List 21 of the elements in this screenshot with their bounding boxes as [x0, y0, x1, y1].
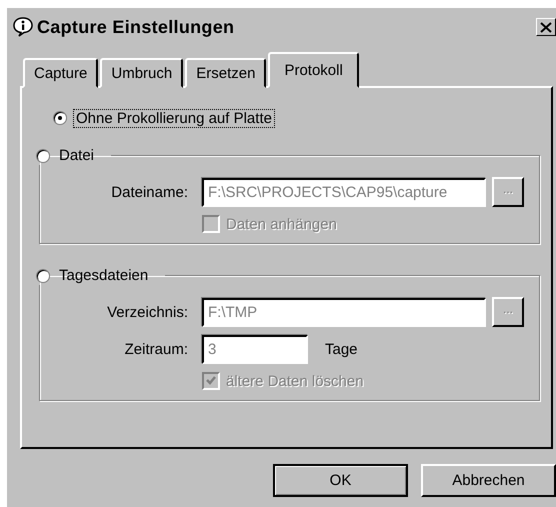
field-label: Zeitraum: [124, 341, 188, 358]
unit-label: Tage [325, 341, 358, 358]
info-icon [12, 16, 34, 38]
check-icon [205, 375, 217, 387]
tab[interactable]: Ersetzen [185, 58, 266, 88]
radio-label[interactable]: Datei [56, 146, 98, 165]
window-title: Capture Einstellungen [37, 16, 236, 38]
radio-button[interactable] [36, 148, 50, 162]
field-label: Verzeichnis: [106, 304, 188, 320]
dialog-button[interactable]: OK [273, 464, 408, 497]
close-button[interactable] [536, 18, 556, 36]
tab[interactable]: Capture [23, 58, 98, 88]
radio-label[interactable]: Ohne Prokollierung auf Platte [73, 108, 275, 128]
field-label: Dateiname: [110, 184, 188, 200]
radio-button[interactable] [36, 268, 50, 282]
close-icon [540, 22, 552, 32]
radio-button[interactable] [53, 111, 67, 125]
radio-label[interactable]: Tagesdateien [56, 266, 152, 285]
tab[interactable]: Umbruch [100, 58, 184, 88]
dialog-button[interactable]: Abbrechen [421, 464, 556, 497]
tab[interactable]: Protokoll [268, 52, 359, 88]
